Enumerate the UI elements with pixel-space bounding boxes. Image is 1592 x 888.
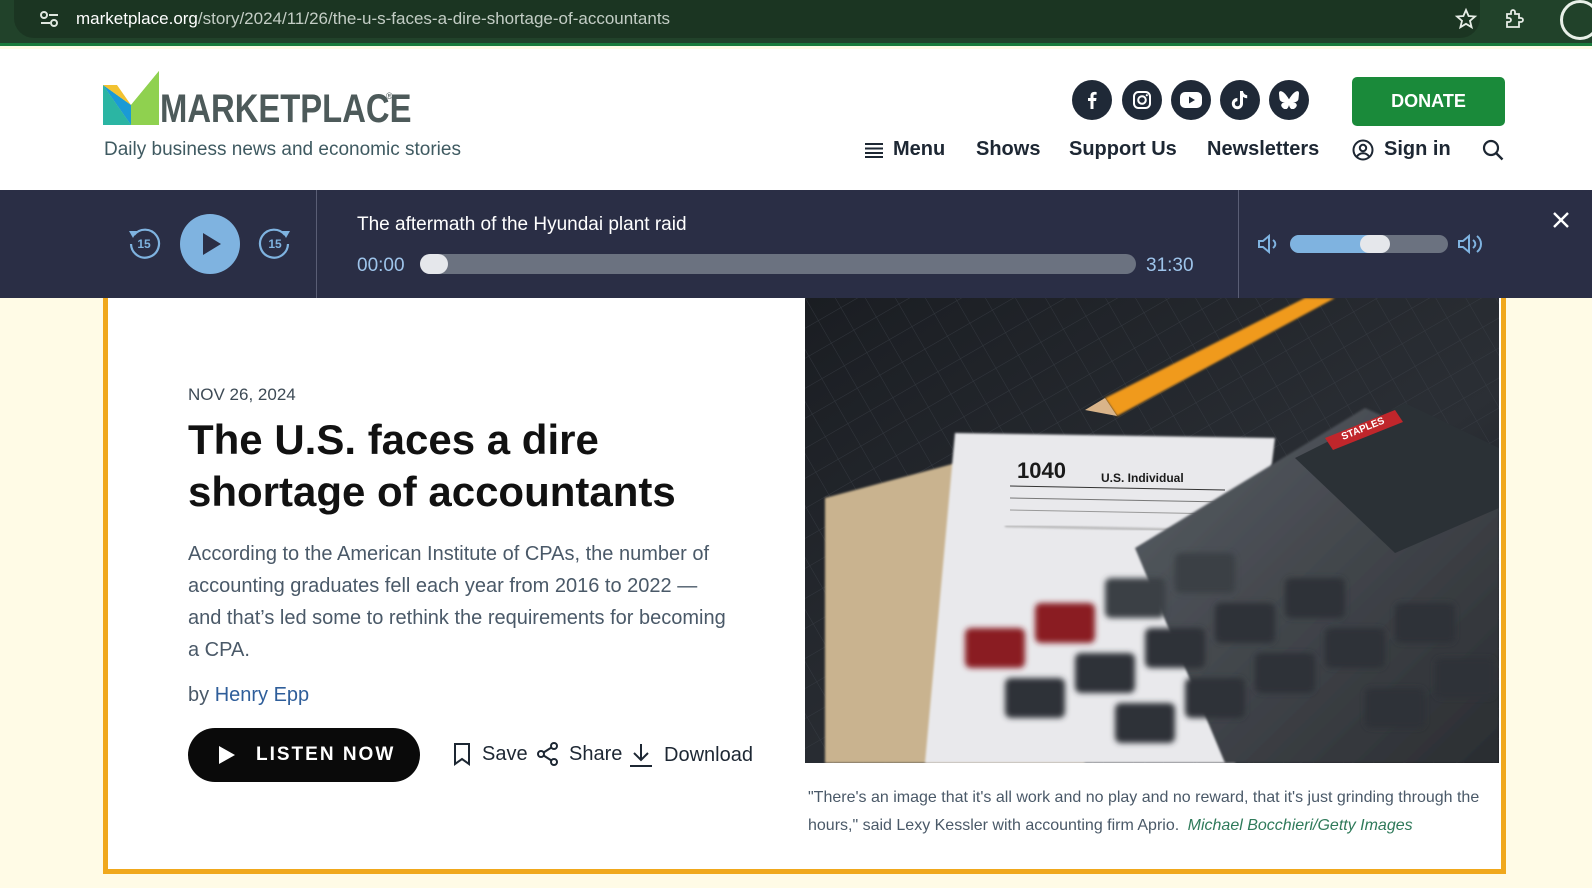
url-path: /story/2024/11/26/the-u-s-faces-a-dire-s… <box>197 9 671 28</box>
tiktok-icon[interactable] <box>1220 80 1260 120</box>
bluesky-icon[interactable] <box>1269 80 1309 120</box>
download-button[interactable]: Download <box>628 742 753 768</box>
play-icon <box>219 746 235 764</box>
address-bar[interactable]: marketplace.org/story/2024/11/26/the-u-s… <box>14 0 1480 38</box>
progress-slider[interactable] <box>420 254 1136 274</box>
close-icon[interactable] <box>1551 210 1571 230</box>
listen-now-label: LISTEN NOW <box>256 744 396 765</box>
article-dek: According to the American Institute of C… <box>188 543 726 661</box>
hamburger-menu-icon <box>865 142 883 158</box>
byline-prefix: by <box>188 684 210 706</box>
browser-toolbar: marketplace.org/story/2024/11/26/the-u-s… <box>0 0 1592 46</box>
youtube-icon[interactable] <box>1171 80 1211 120</box>
menu-button[interactable]: Menu <box>865 138 945 161</box>
marketplace-logo-icon[interactable] <box>103 71 159 125</box>
download-icon <box>630 744 652 767</box>
article-headline: The U.S. faces a dire shortage of accoun… <box>188 416 676 515</box>
progress-handle[interactable] <box>420 254 448 274</box>
calculator-photo: 1040 U.S. Individual STAPLES <box>805 298 1499 763</box>
bookmark-star-icon[interactable] <box>1454 7 1478 31</box>
forward-15-icon[interactable]: 15 <box>257 225 293 261</box>
duration: 31:30 <box>1146 255 1194 276</box>
article-photo: 1040 U.S. Individual STAPLES <box>805 298 1499 763</box>
nav-shows[interactable]: Shows <box>976 138 1040 161</box>
instagram-icon[interactable] <box>1122 80 1162 120</box>
extensions-icon[interactable] <box>1502 7 1526 31</box>
profile-avatar[interactable] <box>1560 0 1592 40</box>
current-time: 00:00 <box>357 255 405 276</box>
volume-up-icon[interactable] <box>1456 232 1488 256</box>
bookmark-icon <box>454 743 470 766</box>
form-title: U.S. Individual <box>1101 471 1184 485</box>
forward-label: 15 <box>268 237 282 251</box>
download-label: Download <box>664 743 753 766</box>
volume-handle[interactable] <box>1360 235 1391 253</box>
logo-wordmark[interactable]: MARKETPLACE <box>160 87 411 132</box>
volume-down-icon[interactable] <box>1256 232 1282 256</box>
logo-registered-mark: ® <box>386 91 393 101</box>
volume-slider[interactable] <box>1290 235 1448 253</box>
article-date: NOV 26, 2024 <box>188 385 296 404</box>
byline: by Henry Epp <box>188 684 309 707</box>
nav-newsletters[interactable]: Newsletters <box>1207 138 1319 161</box>
save-button[interactable]: Save <box>452 742 528 766</box>
author-link[interactable]: Henry Epp <box>215 684 310 706</box>
player-divider <box>316 190 317 298</box>
share-button[interactable]: Share <box>537 742 622 766</box>
site-info-icon[interactable] <box>38 9 62 29</box>
save-label: Save <box>482 742 528 765</box>
rewind-label: 15 <box>137 237 151 251</box>
play-button[interactable] <box>180 214 240 274</box>
listen-now-button[interactable]: LISTEN NOW <box>188 728 420 782</box>
audio-player: 15 15 The aftermath of the Hyundai plant… <box>0 190 1592 298</box>
photo-caption: "There's an image that it's all work and… <box>808 784 1498 840</box>
track-title: The aftermath of the Hyundai plant raid <box>357 214 687 235</box>
site-tagline: Daily business news and economic stories <box>104 139 461 160</box>
rewind-15-icon[interactable]: 15 <box>126 225 162 261</box>
facebook-icon[interactable] <box>1072 80 1112 120</box>
donate-button[interactable]: DONATE <box>1352 77 1505 126</box>
url-text[interactable]: marketplace.org/story/2024/11/26/the-u-s… <box>76 9 670 29</box>
photo-credit: Michael Bocchieri/Getty Images <box>1187 817 1413 834</box>
player-divider <box>1238 190 1239 298</box>
play-icon <box>203 233 221 255</box>
menu-label: Menu <box>893 138 946 160</box>
site-header: MARKETPLACE ® Daily business news and ec… <box>0 49 1592 190</box>
sign-in-label: Sign in <box>1384 138 1451 160</box>
user-circle-icon <box>1352 139 1374 160</box>
nav-support-us[interactable]: Support Us <box>1069 138 1177 161</box>
search-icon[interactable] <box>1482 139 1504 161</box>
sign-in-button[interactable]: Sign in <box>1352 138 1451 161</box>
url-host: marketplace.org <box>76 9 198 28</box>
share-label: Share <box>569 742 623 765</box>
form-number: 1040 <box>1017 458 1066 483</box>
share-icon <box>537 742 558 766</box>
